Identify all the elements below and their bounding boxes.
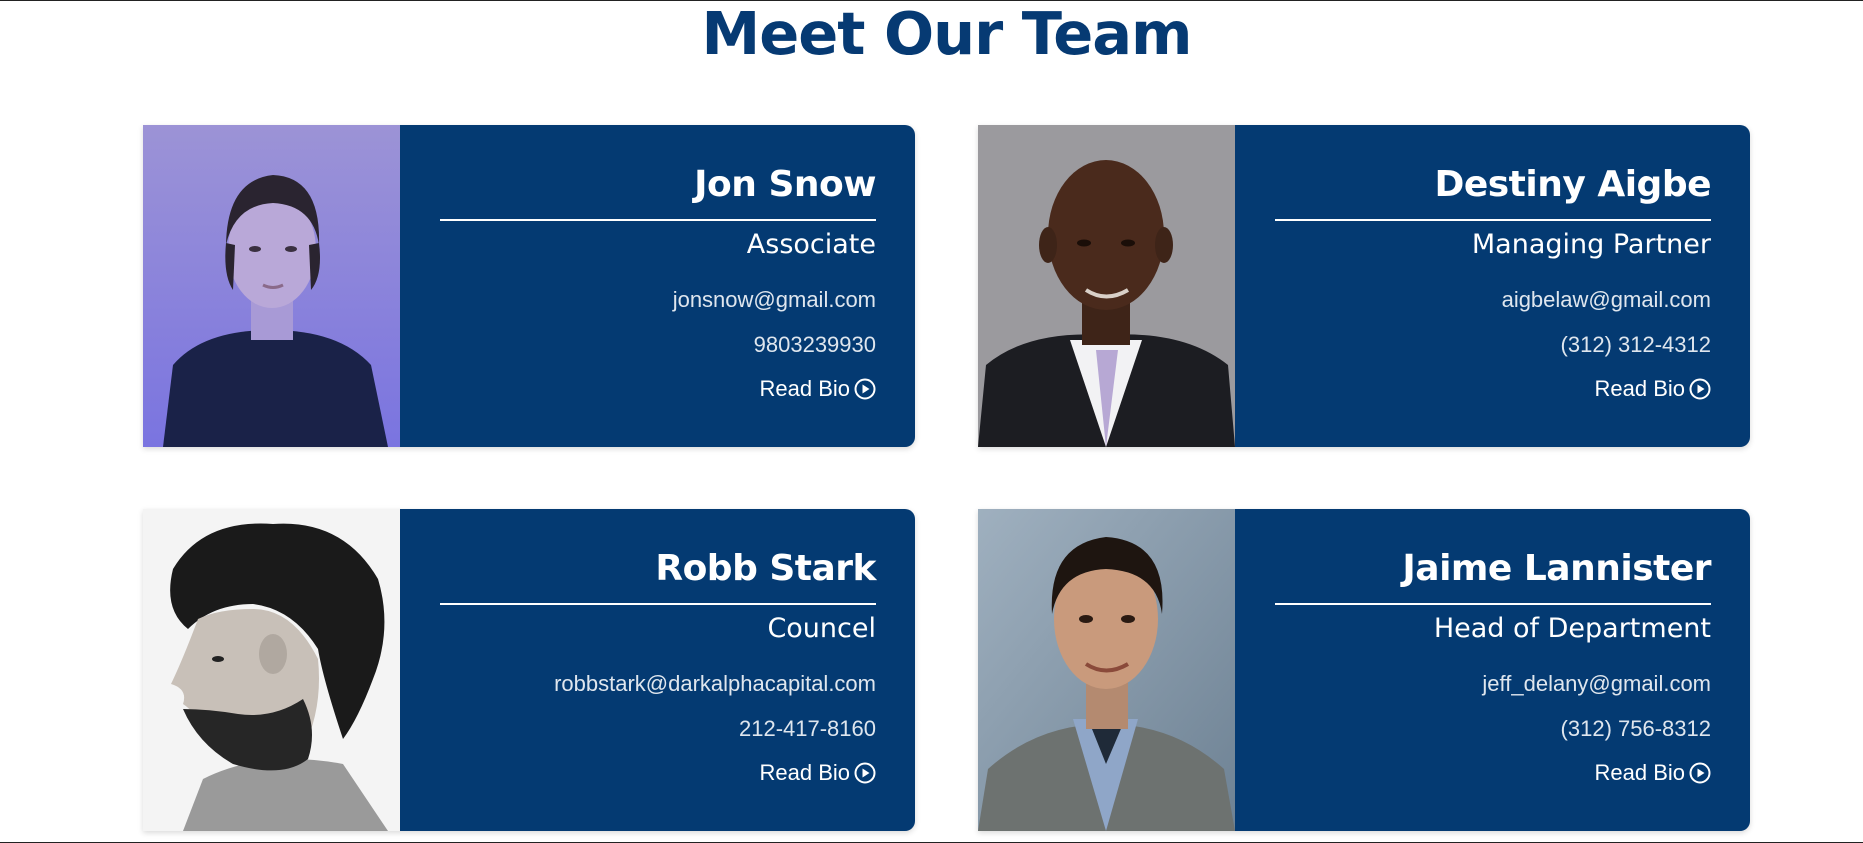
read-bio-link[interactable]: Read Bio	[1594, 758, 1711, 788]
member-name: Jaime Lannister	[1402, 548, 1711, 589]
member-role: Managing Partner	[1471, 229, 1711, 260]
read-bio-label: Read Bio	[1594, 376, 1685, 401]
member-info: Jon Snow Associate jonsnow@gmail.com 980…	[440, 125, 876, 447]
team-card-jaime-lannister: Jaime Lannister Head of Department jeff_…	[978, 509, 1750, 831]
page-title: Meet Our Team	[701, 0, 1193, 68]
member-role: Head of Department	[1433, 613, 1711, 644]
member-email: jonsnow@gmail.com	[672, 287, 876, 312]
play-circle-icon	[1689, 762, 1711, 784]
member-info: Destiny Aigbe Managing Partner aigbelaw@…	[1275, 125, 1711, 447]
read-bio-link[interactable]: Read Bio	[1594, 374, 1711, 404]
member-email: aigbelaw@gmail.com	[1501, 287, 1711, 312]
read-bio-label: Read Bio	[759, 376, 850, 401]
divider	[440, 219, 876, 221]
member-info: Robb Stark Councel robbstark@darkalphaca…	[440, 509, 876, 831]
divider	[440, 603, 876, 605]
team-card-robb-stark: Robb Stark Councel robbstark@darkalphaca…	[143, 509, 915, 831]
profile-photo	[143, 125, 400, 447]
member-role: Councel	[767, 613, 876, 644]
member-role: Associate	[746, 229, 876, 260]
play-circle-icon	[1689, 378, 1711, 400]
play-circle-icon	[854, 378, 876, 400]
read-bio-link[interactable]: Read Bio	[759, 758, 876, 788]
read-bio-link[interactable]: Read Bio	[759, 374, 876, 404]
profile-photo	[143, 509, 400, 831]
member-name: Destiny Aigbe	[1434, 164, 1711, 205]
member-phone: (312) 312-4312	[1560, 332, 1711, 357]
member-name: Jon Snow	[694, 164, 876, 205]
read-bio-label: Read Bio	[1594, 760, 1685, 785]
profile-photo	[978, 125, 1235, 447]
member-phone: 9803239930	[753, 332, 876, 357]
member-phone: 212-417-8160	[738, 716, 876, 741]
profile-photo	[978, 509, 1235, 831]
member-phone: (312) 756-8312	[1560, 716, 1711, 741]
divider	[1275, 603, 1711, 605]
play-circle-icon	[854, 762, 876, 784]
team-card-jon-snow: Jon Snow Associate jonsnow@gmail.com 980…	[143, 125, 915, 447]
member-info: Jaime Lannister Head of Department jeff_…	[1275, 509, 1711, 831]
member-email: jeff_delany@gmail.com	[1482, 671, 1711, 696]
divider	[1275, 219, 1711, 221]
member-email: robbstark@darkalphacapital.com	[554, 671, 876, 696]
team-card-destiny-aigbe: Destiny Aigbe Managing Partner aigbelaw@…	[978, 125, 1750, 447]
read-bio-label: Read Bio	[759, 760, 850, 785]
member-name: Robb Stark	[655, 548, 876, 589]
